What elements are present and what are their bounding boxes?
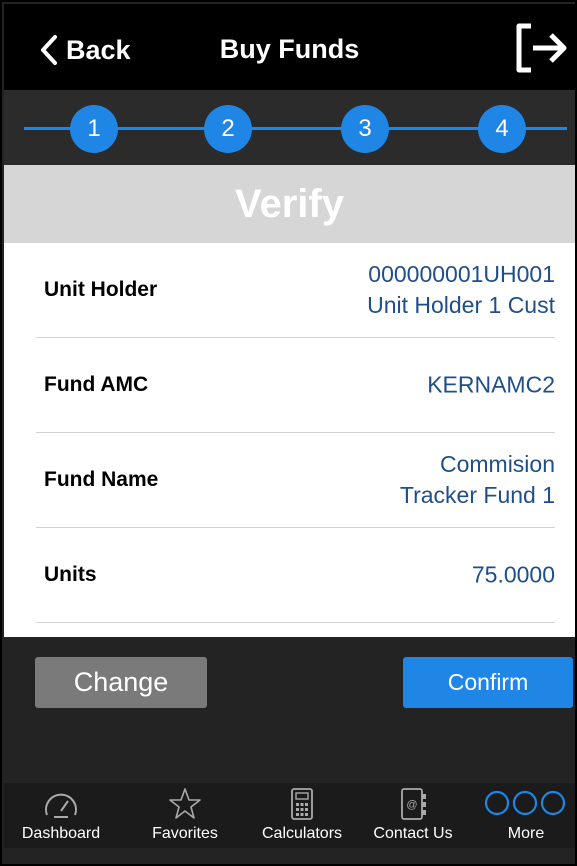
confirm-button[interactable]: Confirm (403, 657, 573, 708)
tab-label: Contact Us (373, 825, 453, 842)
speedometer-icon (45, 793, 77, 818)
detail-value: 75.0000 (472, 560, 555, 591)
page-title: Buy Funds (219, 34, 360, 64)
tab-contact-us[interactable]: @ Contact Us (356, 783, 470, 848)
detail-value: 000000001UH001 Unit Holder 1 Cust (367, 259, 555, 321)
tab-bar: Dashboard Favorites Calculators @ Contac… (4, 783, 575, 848)
tab-more[interactable]: More (477, 783, 575, 848)
details-list: Unit Holder 000000001UH001 Unit Holder 1… (4, 243, 575, 637)
bottom-strip (4, 848, 575, 864)
detail-row-fund-amc: Fund AMC KERNAMC2 (36, 338, 555, 433)
tab-label: Favorites (152, 825, 218, 842)
tab-calculators[interactable]: Calculators (245, 783, 359, 848)
detail-value: Commision Tracker Fund 1 (400, 449, 555, 511)
logout-button[interactable] (509, 18, 569, 83)
step-4: 4 (478, 105, 526, 153)
action-area: Change Confirm (4, 637, 575, 783)
star-icon (169, 788, 201, 819)
detail-label: Unit Holder (44, 278, 158, 301)
detail-value-line: Unit Holder 1 Cust (367, 292, 555, 318)
detail-value: KERNAMC2 (427, 370, 555, 401)
detail-label: Units (44, 563, 97, 586)
detail-value-line: 000000001UH001 (368, 261, 555, 287)
detail-value-line: Tracker Fund 1 (399, 482, 555, 508)
detail-row-units: Units 75.0000 (36, 528, 555, 623)
detail-row-fund-name: Fund Name Commision Tracker Fund 1 (36, 433, 555, 528)
address-book-icon: @ (401, 788, 426, 820)
detail-row-unit-holder: Unit Holder 000000001UH001 Unit Holder 1… (36, 243, 555, 338)
more-icon (484, 790, 566, 816)
progress-stepper: 1 2 3 4 (4, 90, 575, 165)
detail-label: Fund Name (44, 468, 159, 491)
detail-value-line: KERNAMC2 (427, 371, 555, 398)
step-1: 1 (70, 105, 118, 153)
step-3: 3 (341, 105, 389, 153)
nav-header: Back Buy Funds (4, 4, 575, 90)
step-2: 2 (204, 105, 252, 153)
tab-label: Dashboard (21, 825, 101, 842)
detail-value-line: 75.0000 (471, 561, 555, 588)
tab-favorites[interactable]: Favorites (128, 783, 242, 848)
section-title: Verify (4, 165, 575, 243)
tab-label: More (507, 825, 545, 842)
app-frame: Back Buy Funds 1 2 3 4 Verify Unit Holde… (0, 0, 577, 866)
tab-label: Calculators (261, 825, 343, 842)
logout-icon (516, 23, 567, 73)
tab-dashboard[interactable]: Dashboard (4, 783, 118, 848)
change-button[interactable]: Change (35, 657, 207, 708)
calculator-icon (291, 788, 313, 820)
svg-text:@: @ (406, 799, 417, 811)
detail-value-line: Commision (439, 451, 555, 477)
detail-label: Fund AMC (44, 373, 149, 396)
